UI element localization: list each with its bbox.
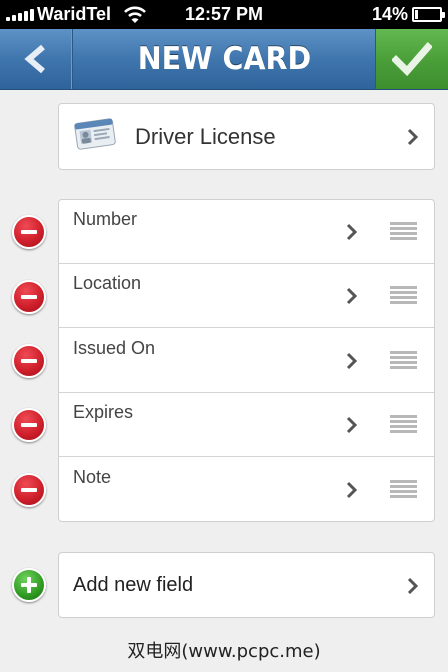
field-row-expires[interactable]: Expires (59, 393, 434, 457)
chevron-right-icon (346, 287, 358, 305)
field-label: Location (73, 273, 142, 293)
field-label: Note (73, 467, 112, 487)
fields-list: Number Location Issued On Expires Note (58, 199, 435, 522)
remove-expires-button[interactable] (12, 408, 46, 442)
reorder-handle-icon[interactable] (390, 480, 417, 500)
driver-license-icon (74, 118, 116, 150)
back-button[interactable] (0, 29, 73, 89)
reorder-handle-icon[interactable] (390, 351, 417, 371)
remove-location-button[interactable] (12, 280, 46, 314)
field-label: Expires (73, 402, 134, 422)
chevron-right-icon (346, 352, 358, 370)
reorder-handle-icon[interactable] (390, 286, 417, 306)
battery-icon (412, 7, 445, 22)
remove-note-button[interactable] (12, 473, 46, 507)
card-type-label: Driver License (135, 124, 276, 149)
chevron-right-icon (346, 223, 358, 241)
chevron-right-icon (407, 577, 419, 595)
battery-percent: 14% (372, 4, 409, 24)
reorder-handle-icon[interactable] (390, 222, 417, 242)
field-row-note[interactable]: Note (59, 458, 434, 522)
remove-issued-on-button[interactable] (12, 344, 46, 378)
add-field-label: Add new field (73, 574, 194, 596)
save-button[interactable] (375, 29, 448, 89)
navigation-bar: NEW CARD (0, 29, 448, 90)
status-bar: WaridTel 12:57 PM 14% (0, 0, 448, 29)
battery-level (415, 10, 418, 19)
add-new-field-button[interactable]: Add new field (58, 552, 435, 618)
field-row-issued-on[interactable]: Issued On (59, 329, 434, 393)
field-label: Issued On (73, 338, 156, 358)
chevron-right-icon (407, 128, 419, 146)
reorder-handle-icon[interactable] (390, 415, 417, 435)
page-title: NEW CARD (137, 41, 312, 77)
field-label: Number (73, 209, 138, 229)
watermark-text: 双电网(www.pcpc.me) (127, 641, 321, 662)
chevron-right-icon (346, 416, 358, 434)
chevron-left-icon (24, 44, 45, 74)
add-field-icon[interactable] (12, 568, 46, 602)
chevron-right-icon (346, 481, 358, 499)
checkmark-icon (392, 42, 432, 77)
card-type-selector[interactable]: Driver License (58, 103, 435, 170)
field-row-number[interactable]: Number (59, 200, 434, 264)
remove-number-button[interactable] (12, 215, 46, 249)
field-row-location[interactable]: Location (59, 264, 434, 328)
